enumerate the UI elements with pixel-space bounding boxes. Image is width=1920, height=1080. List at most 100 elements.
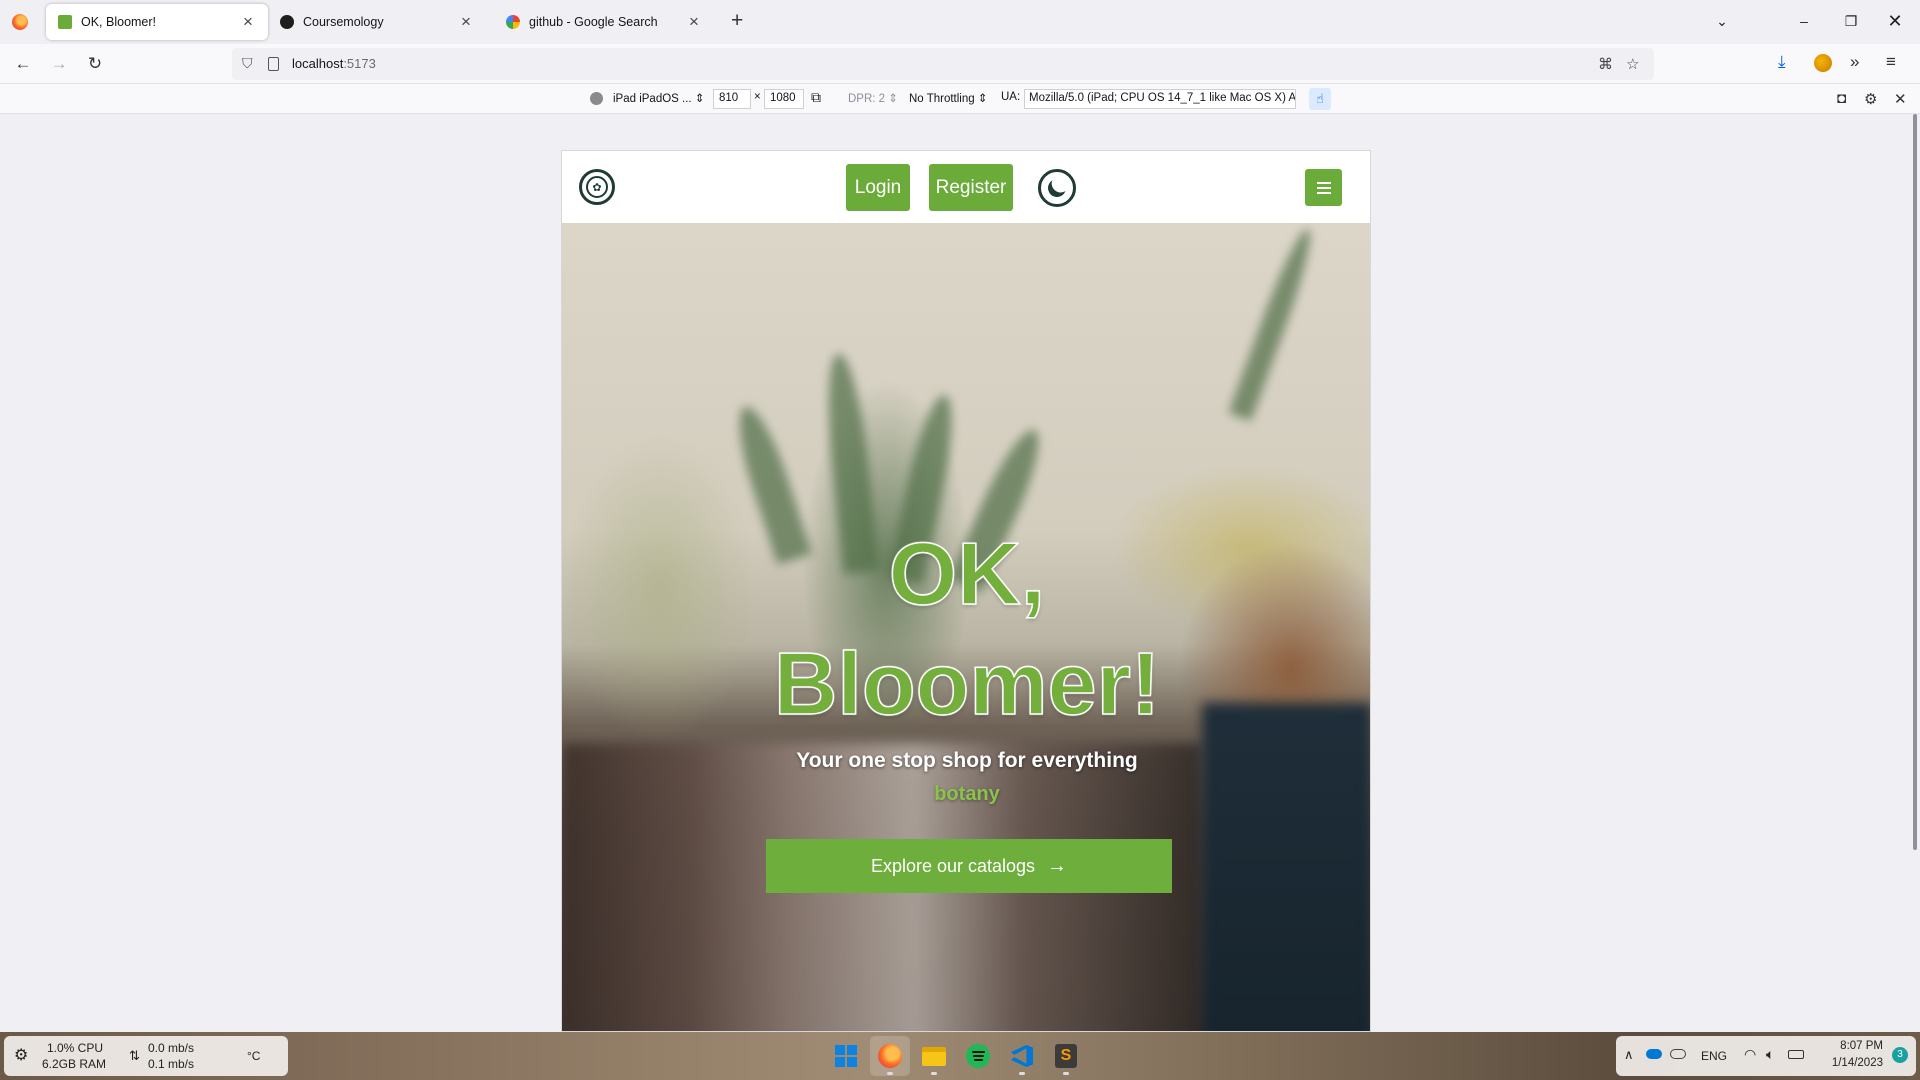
start-button[interactable] [826, 1036, 866, 1076]
spotify-icon [966, 1044, 990, 1068]
hamburger-line [1316, 191, 1331, 194]
dark-mode-toggle[interactable] [1038, 169, 1076, 207]
close-tab-icon[interactable]: × [686, 12, 702, 32]
tab-ok-bloomer[interactable]: OK, Bloomer! × [46, 4, 268, 40]
restore-icon[interactable]: ❐ [1836, 8, 1866, 34]
throttling-select[interactable]: No Throttling ⇕ [909, 91, 987, 105]
menu-button[interactable] [1305, 169, 1342, 206]
minimize-icon[interactable]: – [1789, 8, 1819, 34]
translate-icon[interactable]: ⌘ [1598, 55, 1613, 73]
windows-logo-icon [835, 1045, 857, 1067]
taskbar-apps: S [826, 1036, 1086, 1076]
tracking-shield-icon[interactable]: ⛉ [242, 55, 253, 72]
cloud-sync-icon[interactable] [1670, 1049, 1686, 1059]
tab-title: OK, Bloomer! [81, 15, 157, 29]
device-icon [590, 92, 603, 105]
hero-tagline-highlight: botany [934, 783, 1000, 805]
input-language[interactable]: ENG [1701, 1049, 1727, 1063]
new-tab-plus-icon[interactable]: + [731, 9, 743, 33]
screenshot-camera-icon[interactable]: ◘ [1837, 90, 1846, 107]
hero-tagline: Your one stop shop for everything [796, 749, 1138, 772]
list-all-tabs-chevron-icon[interactable]: ⌄ [1707, 8, 1737, 34]
dpr-select[interactable]: DPR: 2 ⇕ [848, 91, 898, 105]
responsive-design-toolbar: iPad iPadOS ... ⇕ 810 × 1080 ⧉ DPR: 2 ⇕ … [0, 84, 1920, 114]
taskbar-vscode[interactable] [1002, 1036, 1042, 1076]
page-scrollbar[interactable] [1913, 114, 1917, 850]
notification-count-badge[interactable]: 3 [1892, 1047, 1908, 1063]
volume-icon[interactable]: 🔈︎ [1766, 1046, 1774, 1063]
downloads-icon[interactable]: ⤓ [1778, 52, 1786, 72]
battery-icon[interactable] [1788, 1050, 1804, 1059]
dimension-separator: × [754, 91, 761, 103]
ua-label: UA: [1001, 91, 1021, 103]
folder-icon [922, 1046, 946, 1066]
register-button[interactable]: Register [929, 164, 1013, 211]
navigation-toolbar: ← → ↻ ⛉ localhost:5173 ⌘ ☆ ⤓ » ≡ [0, 44, 1920, 84]
device-select[interactable]: iPad iPadOS ... ⇕ [613, 91, 704, 105]
google-favicon-icon [506, 15, 520, 29]
taskbar-sublime[interactable]: S [1046, 1036, 1086, 1076]
cpu-chip-icon: ⚙ [14, 1047, 29, 1064]
sublime-text-icon: S [1055, 1044, 1077, 1068]
clock-date[interactable]: 1/14/2023 [1821, 1057, 1883, 1069]
taskbar-firefox[interactable] [870, 1036, 910, 1076]
url-bar[interactable]: ⛉ localhost:5173 ⌘ ☆ [232, 48, 1654, 80]
back-arrow-icon[interactable]: ← [11, 52, 35, 76]
site-header: ✿ Login Register [562, 151, 1370, 223]
viewport-width-input[interactable]: 810 [713, 89, 751, 109]
tab-title: github - Google Search [529, 15, 658, 29]
spotify-wave [973, 1059, 983, 1061]
brand-logo[interactable]: ✿ [579, 169, 615, 205]
firefox-icon[interactable] [12, 14, 28, 30]
bookmark-star-icon[interactable]: ☆ [1626, 55, 1639, 73]
taskbar-spotify[interactable] [958, 1036, 998, 1076]
windows-taskbar: ⚙ 1.0% CPU 6.2GB RAM ⇅ 0.0 mb/s 0.1 mb/s… [0, 1032, 1920, 1080]
forward-arrow-icon[interactable]: → [47, 52, 71, 76]
close-tab-icon[interactable]: × [240, 12, 256, 32]
tab-strip: OK, Bloomer! × Coursemology × github - G… [0, 0, 1920, 44]
app-menu-icon[interactable]: ≡ [1886, 52, 1896, 72]
window-close-icon[interactable]: ✕ [1880, 8, 1910, 34]
cta-label: Explore our catalogs [870, 855, 1036, 876]
hero-title-line-2: Bloomer! [773, 633, 1161, 734]
login-button[interactable]: Login [846, 164, 910, 211]
system-monitor-widget[interactable]: ⚙ 1.0% CPU 6.2GB RAM ⇅ 0.0 mb/s 0.1 mb/s… [4, 1036, 288, 1076]
hamburger-line [1316, 181, 1331, 184]
hero-title-line-1: OK, [888, 523, 1046, 624]
hamburger-line [1316, 186, 1331, 189]
ram-usage: 6.2GB RAM [42, 1057, 107, 1071]
net-download: 0.1 mb/s [148, 1057, 195, 1071]
touch-simulation-hand-icon[interactable]: ☝ [1309, 88, 1331, 110]
wifi-icon[interactable]: ◠ [1744, 1046, 1756, 1063]
taskbar-file-explorer[interactable] [914, 1036, 954, 1076]
onedrive-cloud-icon[interactable] [1646, 1049, 1662, 1059]
reload-icon[interactable]: ↻ [83, 52, 107, 76]
spotify-wave [972, 1055, 984, 1057]
close-tab-icon[interactable]: × [458, 12, 474, 32]
explore-catalogs-button[interactable]: Explore our catalogs → [766, 839, 1172, 893]
leaf-favicon-icon [58, 15, 72, 29]
overflow-chevron-icon[interactable]: » [1850, 52, 1859, 72]
vscode-icon [1011, 1045, 1033, 1067]
network-arrows-icon: ⇅ [129, 1048, 140, 1063]
cpu-usage: 1.0% CPU [47, 1041, 104, 1055]
viewport-height-input[interactable]: 1080 [764, 89, 804, 109]
clock-time[interactable]: 8:07 PM [1831, 1040, 1883, 1052]
rotate-viewport-icon[interactable]: ⧉ [811, 89, 821, 106]
plant-leaf [1228, 224, 1320, 422]
show-hidden-icons-chevron-icon[interactable]: ∧ [1624, 1047, 1634, 1063]
close-rdm-icon[interactable]: ✕ [1894, 90, 1907, 108]
spotify-wave [971, 1051, 985, 1053]
coursemology-favicon-icon [280, 15, 294, 29]
settings-gear-icon[interactable]: ⚙ [1864, 90, 1877, 108]
tab-google-search[interactable]: github - Google Search × [494, 4, 714, 40]
account-avatar-icon[interactable] [1814, 54, 1832, 72]
tab-title: Coursemology [303, 15, 384, 29]
temperature: °C [247, 1049, 261, 1063]
page-info-icon[interactable] [268, 57, 279, 71]
user-agent-input[interactable]: Mozilla/5.0 (iPad; CPU OS 14_7_1 like Ma… [1024, 89, 1296, 109]
plant-logo-icon: ✿ [586, 176, 608, 198]
tab-coursemology[interactable]: Coursemology × [268, 4, 486, 40]
device-viewport: ✿ Login Register OK, Bloomer! Your one s… [561, 150, 1371, 1032]
url-text[interactable]: localhost:5173 [292, 56, 376, 71]
